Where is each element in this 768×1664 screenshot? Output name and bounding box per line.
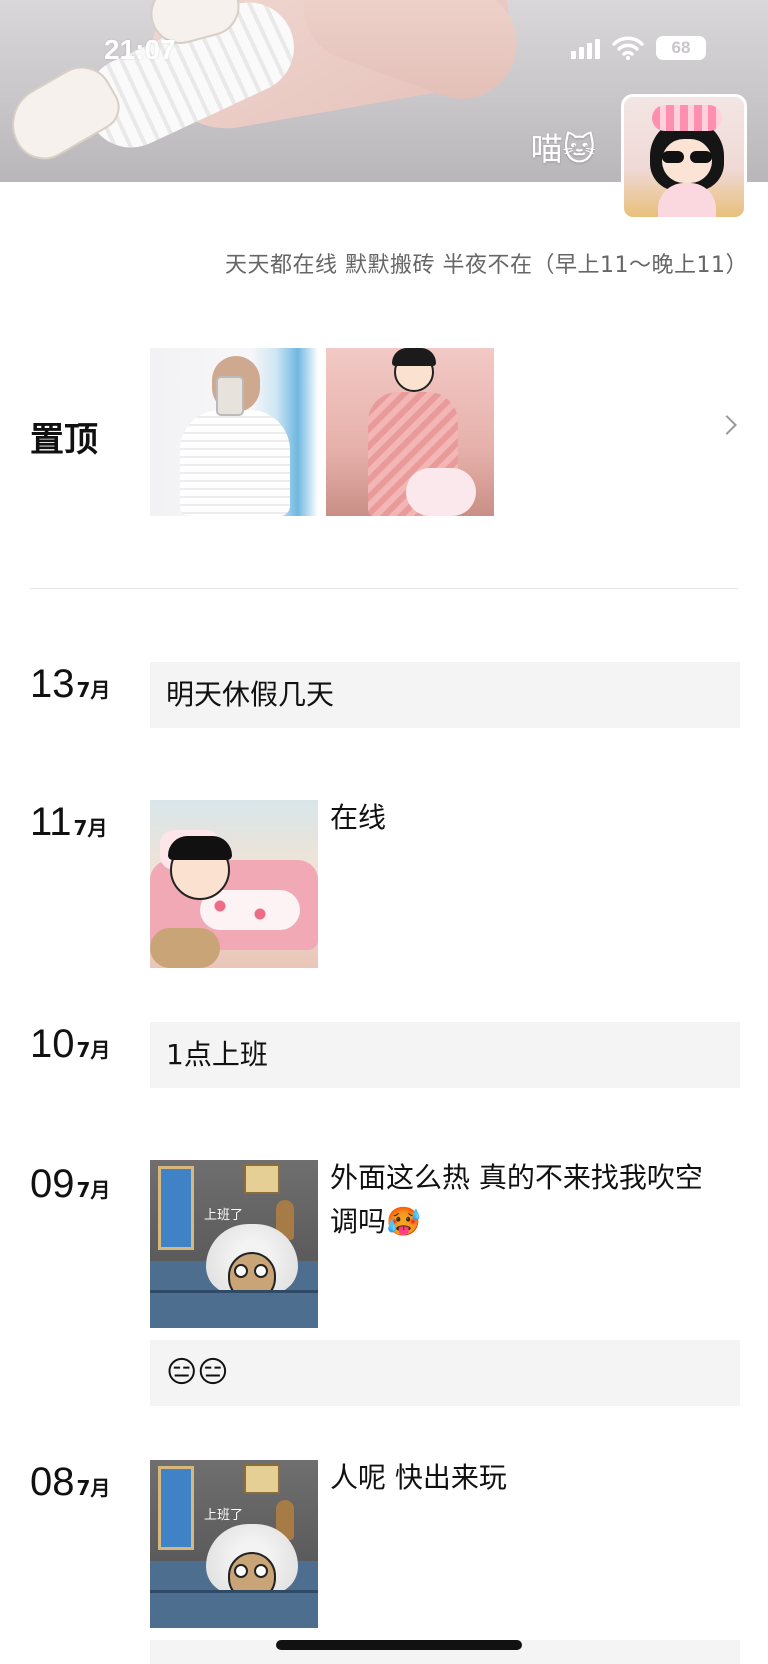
divider (30, 588, 738, 589)
post-image[interactable]: 上班了 (150, 1160, 318, 1328)
post-month: 7月 (76, 678, 111, 702)
profile-nickname[interactable]: 喵🐱 (531, 124, 596, 170)
status-time: 21:07 (104, 34, 176, 65)
profile-signature: 天天都在线 默默搬砖 半夜不在（早上11～晚上11） (225, 253, 748, 278)
post-month: 7月 (76, 1038, 111, 1062)
battery-icon: 68 (656, 36, 706, 60)
image-caption: 上班了 (204, 1508, 244, 1523)
post-image[interactable] (150, 800, 318, 968)
post-image[interactable]: 上班了 (150, 1460, 318, 1628)
home-indicator[interactable] (276, 1640, 522, 1650)
post-text-card[interactable]: 明天休假几天 (150, 662, 740, 728)
post-date: 13 7月 (30, 662, 110, 707)
post-day: 10 (30, 1022, 75, 1066)
post-text[interactable]: 外面这么热 真的不来找我吹空调吗🥵 (330, 1156, 710, 1244)
post-text-card[interactable]: 1点上班 (150, 1022, 740, 1088)
comment-emoji: 😑😑 (166, 1355, 229, 1390)
post-date: 11 7月 (30, 800, 107, 845)
post-day: 09 (30, 1162, 75, 1206)
post-day: 08 (30, 1460, 75, 1504)
post-date: 09 7月 (30, 1162, 110, 1207)
post-month: 7月 (73, 816, 108, 840)
post-comment-card[interactable]: 😑😑 (150, 1340, 740, 1406)
post-month: 7月 (76, 1178, 111, 1202)
pinned-photo-1[interactable] (150, 348, 318, 516)
post-day: 11 (30, 800, 72, 844)
pinned-label: 置顶 (30, 420, 98, 460)
status-icons: 68 (571, 36, 706, 60)
post-date: 08 7月 (30, 1460, 110, 1505)
pinned-photo-2[interactable] (326, 348, 494, 516)
post-text[interactable]: 在线 (330, 796, 386, 840)
post-month: 7月 (76, 1476, 111, 1500)
wifi-icon (612, 36, 644, 60)
image-caption: 上班了 (204, 1208, 244, 1223)
post-day: 13 (30, 662, 75, 706)
signal-icon (571, 37, 600, 59)
post-text[interactable]: 人呢 快出来玩 (330, 1456, 507, 1500)
avatar[interactable] (621, 94, 747, 220)
post-date: 10 7月 (30, 1022, 110, 1067)
chevron-right-icon[interactable] (717, 415, 737, 435)
